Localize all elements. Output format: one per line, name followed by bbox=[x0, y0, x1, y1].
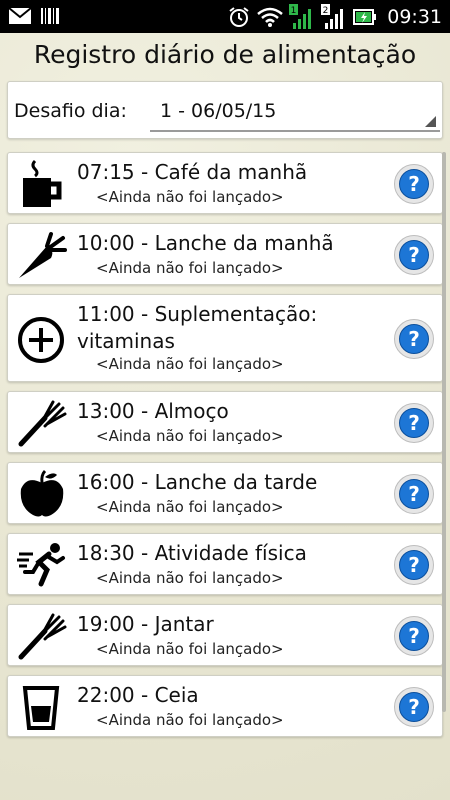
meal-item-breakfast[interactable]: 07:15 - Café da manhã <Ainda não foi lan… bbox=[7, 152, 443, 214]
sim2-label: 2 bbox=[323, 6, 329, 16]
plus-circle-icon bbox=[17, 315, 67, 365]
gmail-icon bbox=[8, 6, 32, 26]
question-mark-icon: ? bbox=[399, 621, 429, 651]
help-button[interactable]: ? bbox=[394, 164, 434, 204]
meal-item-supper[interactable]: 22:00 - Ceia <Ainda não foi lançado> ? bbox=[7, 675, 443, 737]
help-button[interactable]: ? bbox=[394, 403, 434, 443]
help-button[interactable]: ? bbox=[394, 235, 434, 275]
fork-icon bbox=[17, 611, 67, 661]
signal-sim2-icon: 2 bbox=[321, 3, 347, 30]
coffee-mug-icon bbox=[17, 159, 67, 209]
meal-item-afternoon-snack[interactable]: 16:00 - Lanche da tarde <Ainda não foi l… bbox=[7, 462, 443, 524]
meal-title: 19:00 - Jantar bbox=[77, 612, 214, 636]
carrot-icon bbox=[17, 230, 67, 280]
sim1-label: 1 bbox=[291, 6, 297, 16]
challenge-day-select[interactable]: 1 - 06/05/15 bbox=[150, 92, 440, 132]
question-mark-icon: ? bbox=[399, 324, 429, 354]
meal-status: <Ainda não foi lançado> bbox=[96, 355, 284, 373]
page-title: Registro diário de alimentação bbox=[33, 40, 417, 69]
meal-status: <Ainda não foi lançado> bbox=[96, 188, 284, 206]
meal-title: 16:00 - Lanche da tarde bbox=[77, 470, 318, 494]
help-button[interactable]: ? bbox=[394, 616, 434, 656]
question-mark-icon: ? bbox=[399, 479, 429, 509]
meal-item-supplements[interactable]: 11:00 - Suplementação: vitaminas <Ainda … bbox=[7, 294, 443, 382]
challenge-day-row: Desafio dia: 1 - 06/05/15 bbox=[7, 81, 443, 139]
glass-icon bbox=[17, 682, 67, 732]
meal-item-dinner[interactable]: 19:00 - Jantar <Ainda não foi lançado> ? bbox=[7, 604, 443, 666]
status-bar: 1 2 09:31 bbox=[0, 0, 450, 33]
help-button[interactable]: ? bbox=[394, 474, 434, 514]
meal-title: 11:00 - Suplementação: vitaminas bbox=[77, 302, 318, 353]
meal-title: 10:00 - Lanche da manhã bbox=[77, 231, 334, 255]
meal-status: <Ainda não foi lançado> bbox=[96, 569, 284, 587]
dropdown-arrow-icon bbox=[425, 116, 436, 127]
question-mark-icon: ? bbox=[399, 240, 429, 270]
meal-title: 18:30 - Atividade física bbox=[77, 541, 307, 565]
meal-item-morning-snack[interactable]: 10:00 - Lanche da manhã <Ainda não foi l… bbox=[7, 223, 443, 285]
meal-status: <Ainda não foi lançado> bbox=[96, 498, 284, 516]
question-mark-icon: ? bbox=[399, 169, 429, 199]
help-button[interactable]: ? bbox=[394, 545, 434, 585]
alarm-icon bbox=[227, 5, 251, 29]
meal-item-lunch[interactable]: 13:00 - Almoço <Ainda não foi lançado> ? bbox=[7, 391, 443, 453]
wifi-icon bbox=[257, 6, 284, 28]
meal-status: <Ainda não foi lançado> bbox=[96, 427, 284, 445]
clock-time: 09:31 bbox=[387, 5, 442, 28]
question-mark-icon: ? bbox=[399, 550, 429, 580]
meal-status: <Ainda não foi lançado> bbox=[96, 640, 284, 658]
challenge-day-value: 1 - 06/05/15 bbox=[160, 100, 277, 122]
meal-title: 07:15 - Café da manhã bbox=[77, 160, 308, 184]
runner-icon bbox=[17, 540, 67, 590]
help-button[interactable]: ? bbox=[394, 687, 434, 727]
battery-charging-icon bbox=[353, 7, 377, 27]
meal-title: 22:00 - Ceia bbox=[77, 683, 199, 707]
barcode-icon bbox=[40, 6, 60, 26]
signal-sim1-icon: 1 bbox=[289, 3, 315, 30]
meal-title: 13:00 - Almoço bbox=[77, 399, 229, 423]
question-mark-icon: ? bbox=[399, 692, 429, 722]
help-button[interactable]: ? bbox=[394, 319, 434, 359]
meal-status: <Ainda não foi lançado> bbox=[96, 259, 284, 277]
meal-status: <Ainda não foi lançado> bbox=[96, 711, 284, 729]
challenge-day-label: Desafio dia: bbox=[14, 100, 127, 122]
meal-item-physical-activity[interactable]: 18:30 - Atividade física <Ainda não foi … bbox=[7, 533, 443, 595]
apple-icon bbox=[17, 469, 67, 519]
question-mark-icon: ? bbox=[399, 408, 429, 438]
fork-icon bbox=[17, 398, 67, 448]
scrollbar[interactable] bbox=[442, 152, 446, 712]
